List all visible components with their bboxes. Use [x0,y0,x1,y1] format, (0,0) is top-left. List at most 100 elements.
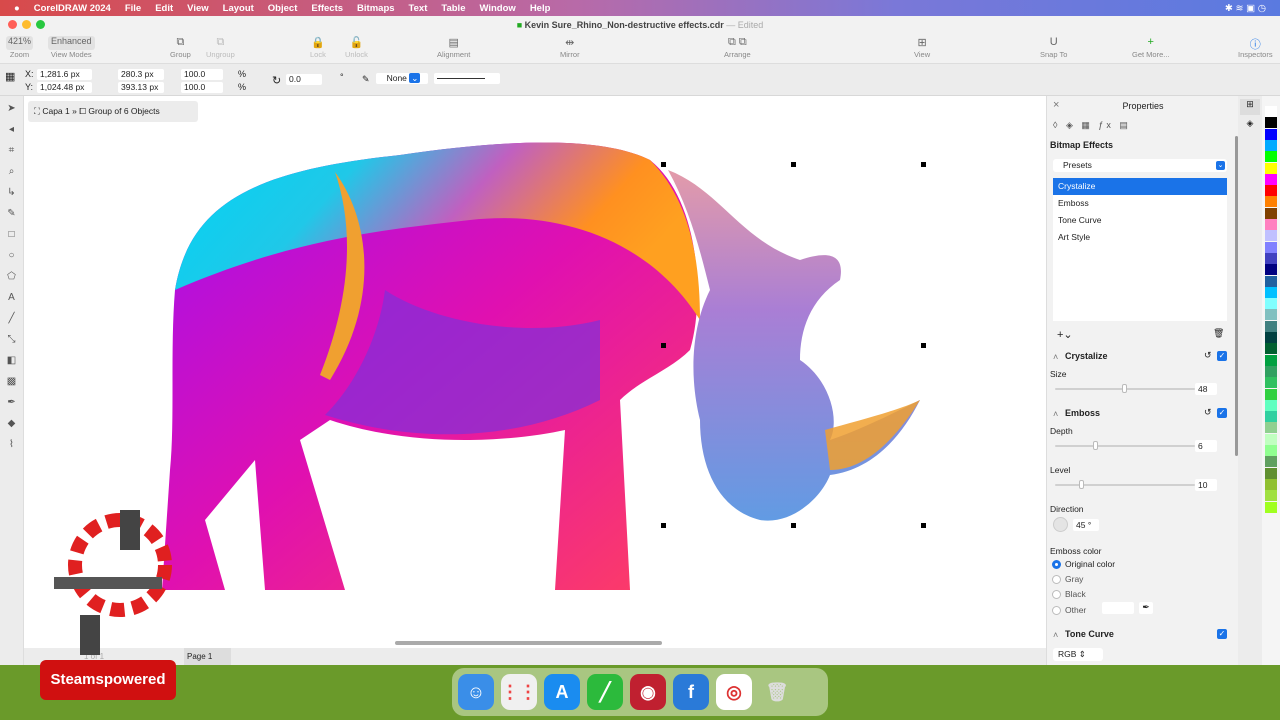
snap-to-button[interactable]: U Snap To [1040,36,1067,59]
close-window-button[interactable] [8,20,17,29]
depth-field[interactable]: 6 [1195,440,1217,452]
scale-y-field[interactable]: 100.0 [181,82,223,93]
effect-item-tone-curve[interactable]: Tone Curve [1053,212,1227,229]
emboss-enable-checkbox[interactable]: ✓ [1217,408,1227,418]
color-swatch[interactable] [1265,309,1277,321]
drawing-canvas[interactable] [24,96,1046,648]
collapse-icon[interactable]: ˄ [1053,352,1058,362]
color-swatch[interactable] [1265,196,1277,208]
effect-item-art-style[interactable]: Art Style [1053,229,1227,246]
level-slider[interactable] [1055,480,1195,489]
shadow-tool-icon[interactable]: ◧ [0,350,23,371]
minimize-window-button[interactable] [22,20,31,29]
color-swatch[interactable] [1265,422,1277,434]
mirror-button[interactable]: ⇹ Mirror [560,36,580,59]
color-swatch[interactable] [1265,264,1277,276]
reference-point-icon[interactable]: ▦ [5,70,15,83]
trash-icon[interactable]: 🗑 [1213,328,1224,339]
color-swatch[interactable] [1265,106,1277,117]
breadcrumb-object[interactable]: Group of 6 Objects [88,106,159,116]
line-style-select[interactable] [434,73,500,84]
color-picker-select[interactable] [1102,602,1134,614]
properties-tab-icon[interactable]: ⊞ [1240,99,1260,115]
menu-view[interactable]: View [187,3,208,14]
scale-x-field[interactable]: 100.0 [181,69,223,80]
color-swatch[interactable] [1265,332,1277,343]
alignment-button[interactable]: ▤ Alignment [437,36,470,59]
view-button[interactable]: ⊞ View [914,36,930,59]
color-swatch[interactable] [1265,467,1277,479]
color-swatch[interactable] [1265,252,1277,264]
radio-original-color[interactable] [1052,560,1061,569]
slider-knob[interactable] [1092,441,1098,450]
polygon-tool-icon[interactable]: ⬠ [0,266,23,287]
depth-slider[interactable] [1055,441,1195,450]
menu-text[interactable]: Text [409,3,428,14]
artistic-media-icon[interactable]: ✎ [0,203,23,224]
rectangle-tool-icon[interactable]: □ [0,224,23,245]
effect-item-crystalize[interactable]: Crystalize [1053,178,1227,195]
menu-app[interactable]: CorelDRAW 2024 [34,3,111,14]
size-field[interactable]: 48 [1195,383,1217,395]
collapse-icon[interactable]: ˄ [1053,630,1058,640]
unlock-button[interactable]: 🔓 Unlock [345,36,368,59]
direction-dial[interactable] [1053,517,1068,532]
crystalize-enable-checkbox[interactable]: ✓ [1217,351,1227,361]
rotation-field[interactable]: 0.0 [286,74,322,85]
crop-tool-icon[interactable]: ⌗ [0,140,23,161]
radio-black[interactable] [1052,590,1061,599]
menu-edit[interactable]: Edit [155,3,173,14]
connector-tool-icon[interactable]: ⤡ [0,329,23,350]
color-swatch[interactable] [1265,411,1277,423]
photo-booth-icon[interactable]: ◉ [630,674,666,710]
color-swatch[interactable] [1265,151,1277,163]
coreldraw-icon[interactable]: ╱ [587,674,623,710]
trash-icon[interactable]: 🗑 [759,674,795,710]
color-swatch[interactable] [1265,185,1277,197]
app-store-icon[interactable]: A [544,674,580,710]
freehand-tool-icon[interactable]: ↳ [0,182,23,203]
color-swatch[interactable] [1265,117,1277,129]
reset-icon[interactable]: ↺ [1204,407,1212,418]
color-swatch[interactable] [1265,139,1277,151]
color-swatch[interactable] [1265,298,1277,310]
smart-fill-icon[interactable]: ⌇ [0,434,23,455]
color-swatch[interactable] [1265,275,1277,287]
x-position-field[interactable]: 1,281.6 px [37,69,92,80]
color-swatch[interactable] [1265,399,1277,411]
radio-other[interactable] [1052,606,1061,615]
color-swatch[interactable] [1265,456,1277,468]
menu-object[interactable]: Object [268,3,298,14]
color-swatch[interactable] [1265,128,1277,140]
inspectors-button[interactable]: ⓘ Inspectors [1238,36,1273,59]
panel-tabs[interactable]: ◊ ◈ ▦ ƒx ▤ [1053,120,1131,131]
line-tool-icon[interactable]: ╱ [0,308,23,329]
tone-curve-enable-checkbox[interactable]: ✓ [1217,629,1227,639]
breadcrumb-layer[interactable]: Capa 1 [42,106,69,116]
color-swatch[interactable] [1265,445,1277,456]
font-app-icon[interactable]: f [673,674,709,710]
pick-tool-icon[interactable]: ➤ [0,98,23,119]
collapse-icon[interactable]: ˄ [1053,409,1058,419]
slider-knob[interactable] [1078,480,1084,489]
color-swatch[interactable] [1265,433,1277,445]
direction-field[interactable]: 45 ° [1073,519,1099,531]
color-swatch[interactable] [1265,354,1277,366]
layers-tab-icon[interactable]: ◈ [1240,118,1260,129]
color-swatch[interactable] [1265,478,1277,490]
color-swatch[interactable] [1265,207,1277,219]
effect-item-emboss[interactable]: Emboss [1053,195,1227,212]
width-field[interactable]: 280.3 px [118,69,164,80]
chrome-icon[interactable]: ◎ [716,674,752,710]
rhino-artwork[interactable] [24,96,1046,648]
reset-icon[interactable]: ↺ [1204,350,1212,361]
fill-tool-icon[interactable]: ◆ [0,413,23,434]
menu-file[interactable]: File [125,3,141,14]
color-swatch[interactable] [1265,377,1277,389]
menu-layout[interactable]: Layout [223,3,254,14]
level-field[interactable]: 10 [1195,479,1217,491]
launchpad-icon[interactable]: ⋮⋮ [501,674,537,710]
zoom-select[interactable]: 421% [6,36,34,50]
zoom-tool-icon[interactable]: ⌕ [0,161,23,182]
slider-knob[interactable] [1122,384,1128,393]
